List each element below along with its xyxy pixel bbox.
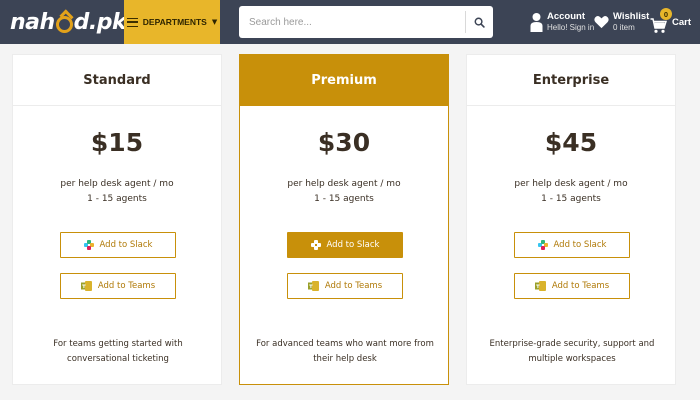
plan-description: For teams getting started with conversat… <box>53 339 183 364</box>
wishlist-link[interactable]: Wishlist 0 item <box>594 6 649 38</box>
plan-billing-unit: per help desk agent / mo <box>60 179 174 189</box>
search-box <box>239 6 493 38</box>
teams-icon <box>80 281 92 291</box>
add-to-teams-button[interactable]: Add to Teams <box>60 273 176 299</box>
logo-text-end: d.pk <box>73 9 127 35</box>
slack-icon <box>537 240 548 250</box>
heart-icon <box>594 16 609 29</box>
plan-billing-unit: per help desk agent / mo <box>514 179 628 189</box>
departments-label: DEPARTMENTS <box>142 17 207 27</box>
add-to-slack-label: Add to Slack <box>553 240 607 250</box>
teams-icon <box>534 281 546 291</box>
plan-card-premium: Premium $30 per help desk agent / mo 1 -… <box>239 54 449 385</box>
add-to-slack-button[interactable]: Add to Slack <box>60 232 176 258</box>
plan-name: Enterprise <box>467 55 675 106</box>
plan-agent-range: 1 - 15 agents <box>314 194 374 204</box>
plan-card-enterprise: Enterprise $45 per help desk agent / mo … <box>466 54 676 385</box>
top-navigation-bar: nahed.pk DEPARTMENTS ▼ Account Hello! Si… <box>0 0 700 44</box>
add-to-teams-label: Add to Teams <box>324 281 383 291</box>
plan-price: $30 <box>317 128 371 157</box>
slack-icon <box>310 240 321 250</box>
cart-count-badge: 0 <box>660 8 672 20</box>
account-link[interactable]: Account Hello! Sign in <box>530 6 594 38</box>
plan-card-standard: Standard $15 per help desk agent / mo 1 … <box>12 54 222 385</box>
add-to-teams-button[interactable]: Add to Teams <box>287 273 403 299</box>
add-to-teams-button[interactable]: Add to Teams <box>514 273 630 299</box>
plan-name: Premium <box>240 55 448 106</box>
wishlist-title: Wishlist <box>613 11 650 22</box>
chevron-down-icon: ▼ <box>211 18 218 26</box>
site-logo[interactable]: nahed.pk <box>10 6 127 38</box>
search-input[interactable] <box>239 6 465 38</box>
plan-name: Standard <box>13 55 221 106</box>
cart-icon <box>650 18 667 33</box>
slack-icon <box>83 240 94 250</box>
plan-description: For advanced teams who want more from th… <box>256 339 434 364</box>
add-to-slack-label: Add to Slack <box>99 240 153 250</box>
add-to-teams-label: Add to Teams <box>97 281 156 291</box>
add-to-teams-label: Add to Teams <box>551 281 610 291</box>
plan-description: Enterprise-grade security, support and m… <box>489 339 655 364</box>
teams-icon <box>307 281 319 291</box>
add-to-slack-button[interactable]: Add to Slack <box>287 232 403 258</box>
search-icon <box>474 17 485 28</box>
add-to-slack-button[interactable]: Add to Slack <box>514 232 630 258</box>
wishlist-count: 0 item <box>613 23 635 32</box>
account-subtitle: Hello! Sign in <box>547 23 595 32</box>
plan-agent-range: 1 - 15 agents <box>87 194 147 204</box>
departments-button[interactable]: DEPARTMENTS ▼ <box>124 0 220 44</box>
search-button[interactable] <box>466 6 493 38</box>
logo-text-start: nah <box>10 9 55 35</box>
plan-agent-range: 1 - 15 agents <box>541 194 601 204</box>
plan-billing-unit: per help desk agent / mo <box>287 179 401 189</box>
cart-title: Cart <box>672 16 692 28</box>
menu-icon <box>126 17 138 27</box>
plan-price: $45 <box>544 128 598 157</box>
add-to-slack-label: Add to Slack <box>326 240 380 250</box>
cart-icon-wrap: 0 <box>650 8 672 35</box>
logo-ring-icon <box>55 15 73 33</box>
account-title: Account <box>547 11 585 22</box>
cart-link[interactable]: 0 Cart <box>650 6 691 38</box>
user-icon <box>530 13 543 32</box>
plan-price: $15 <box>90 128 144 157</box>
